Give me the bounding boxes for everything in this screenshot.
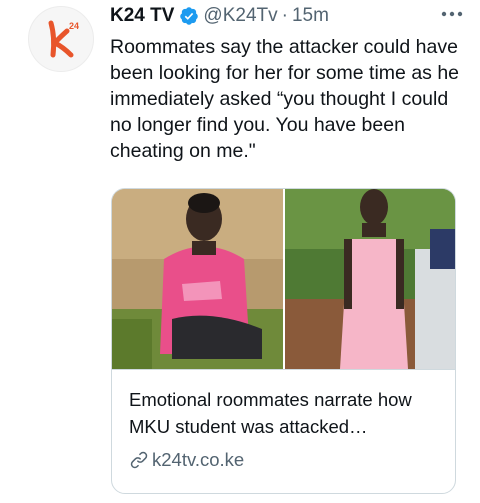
author-name[interactable]: K24 TV xyxy=(110,5,174,27)
avatar[interactable]: 24 xyxy=(28,6,94,72)
tweet-timestamp[interactable]: 15m xyxy=(292,5,329,27)
tweet-header: K24 TV @K24Tv · 15m xyxy=(110,0,464,32)
separator-dot: · xyxy=(281,5,288,26)
card-title: Emotional roommates narrate how MKU stud… xyxy=(129,389,412,437)
k24-logo: 24 xyxy=(29,7,93,71)
logo-superscript: 24 xyxy=(69,21,79,31)
card-domain-text: k24tv.co.ke xyxy=(152,449,245,470)
author-handle[interactable]: @K24Tv xyxy=(203,5,277,27)
card-image xyxy=(112,189,455,370)
link-preview-card[interactable]: Emotional roommates narrate how MKU stud… xyxy=(111,188,456,494)
card-domain[interactable]: k24tv.co.ke xyxy=(129,447,244,473)
verified-badge-icon xyxy=(180,7,199,25)
tweet-text: Roommates say the attacker could have be… xyxy=(110,36,460,162)
more-options-icon[interactable] xyxy=(440,4,464,24)
link-icon xyxy=(130,451,148,469)
